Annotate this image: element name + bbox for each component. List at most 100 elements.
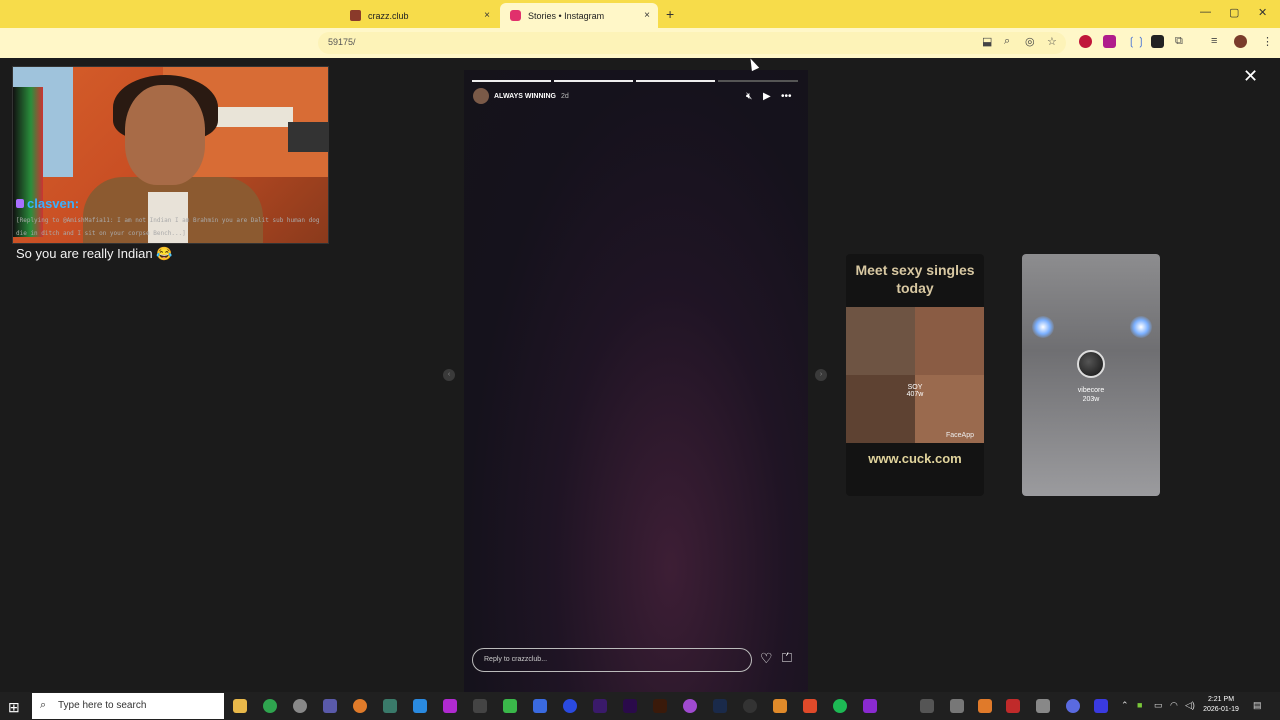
filezilla-icon[interactable] xyxy=(1006,699,1020,713)
install-app-icon[interactable]: ⬓ xyxy=(982,35,992,48)
next-story-arrow-icon[interactable]: › xyxy=(815,369,827,381)
extension-u-icon[interactable] xyxy=(1103,35,1116,48)
chat-reply-context: [Replying to @AmishMafia11: I am not Ind… xyxy=(16,217,320,237)
bookmark-star-icon[interactable]: ☆ xyxy=(1047,35,1057,48)
tray-app-icon[interactable] xyxy=(978,699,992,713)
record-extension-icon[interactable] xyxy=(1079,35,1092,48)
progress-segment xyxy=(472,80,551,82)
story-frame[interactable]: ALWAYS WINNING 2d 🔇︎ ▶ ••• Reply to craz… xyxy=(464,70,808,692)
app-icon[interactable] xyxy=(443,699,457,713)
play-app-icon[interactable] xyxy=(503,699,517,713)
chat-username: clasven: xyxy=(16,196,79,211)
app-icon[interactable] xyxy=(563,699,577,713)
tray-icon[interactable]: ▭ xyxy=(1154,700,1163,711)
vibecore-user-label: vibecore 203w xyxy=(1022,386,1160,404)
after-effects-icon[interactable] xyxy=(593,699,607,713)
tab-strip: crazz.club × Stories • Instagram × + — ▢… xyxy=(0,0,1280,28)
clock-time: 2:21 PM xyxy=(1207,696,1235,703)
webcam-screen xyxy=(288,122,328,152)
app-icon[interactable] xyxy=(683,699,697,713)
browser-menu-icon[interactable]: ⋮ xyxy=(1262,35,1273,48)
app-icon[interactable] xyxy=(773,699,787,713)
crazz-favicon-icon xyxy=(350,10,361,21)
network-icon[interactable]: ◠ xyxy=(1170,700,1178,711)
steam-icon[interactable] xyxy=(713,699,727,713)
extension-dark-icon[interactable] xyxy=(1151,35,1164,48)
ad-time: 407w xyxy=(906,391,924,398)
downloader-icon[interactable] xyxy=(323,699,337,713)
tab-close-icon[interactable]: × xyxy=(644,10,650,21)
glowing-eye xyxy=(1130,316,1152,338)
live-app-icon[interactable] xyxy=(473,699,487,713)
ad-watermark: FaceApp xyxy=(946,432,975,439)
minimize-icon[interactable]: — xyxy=(1200,6,1211,18)
zoom-icon[interactable]: ⌕ xyxy=(1004,35,1010,48)
close-icon[interactable]: ✕ xyxy=(1243,66,1258,87)
nvidia-icon[interactable]: ■ xyxy=(1137,700,1142,710)
audio-extension-icon[interactable]: ❲❳ xyxy=(1127,35,1145,48)
ad-face-image xyxy=(915,307,984,375)
app-icon[interactable] xyxy=(743,699,757,713)
calculator-icon[interactable] xyxy=(533,699,547,713)
profile-avatar[interactable] xyxy=(1234,35,1247,48)
more-icon[interactable]: ••• xyxy=(781,91,792,102)
webcam-person-head xyxy=(125,85,205,185)
taskbar-clock[interactable]: 2:21 PM 2026-01-19 xyxy=(1198,695,1244,715)
blender-icon[interactable] xyxy=(353,699,367,713)
chrome-icon[interactable] xyxy=(263,699,277,713)
taskbar-search-input[interactable]: Type here to search xyxy=(32,693,224,719)
glowing-eye xyxy=(1032,316,1054,338)
media-controls-icon[interactable]: ≡ xyxy=(1211,35,1217,47)
tray-app-icon[interactable] xyxy=(950,699,964,713)
new-tab-button[interactable]: + xyxy=(666,6,674,22)
next-story-card[interactable]: Meet sexy singles today SOY 407w FaceApp… xyxy=(846,254,984,496)
heart-icon[interactable]: ♡ xyxy=(760,650,773,667)
twitch-badge-icon xyxy=(16,199,24,208)
premiere-icon[interactable] xyxy=(623,699,637,713)
story-header: ALWAYS WINNING 2d xyxy=(473,88,569,104)
url-text: 59175/ xyxy=(328,37,356,47)
reply-placeholder: Reply to crazzclub... xyxy=(484,656,548,663)
brave-icon[interactable] xyxy=(803,699,817,713)
send-icon[interactable]: ⏍ xyxy=(782,650,792,666)
instagram-favicon-icon xyxy=(510,10,521,21)
tray-chevron-icon[interactable]: ⌃ xyxy=(1121,700,1129,711)
clock-date: 2026-01-19 xyxy=(1203,706,1239,713)
spotify-icon[interactable] xyxy=(833,699,847,713)
reply-input[interactable]: Reply to crazzclub... xyxy=(472,648,752,672)
app-icon[interactable] xyxy=(863,699,877,713)
maximize-icon[interactable]: ▢ xyxy=(1229,6,1239,19)
tracking-icon[interactable]: ◎ xyxy=(1025,35,1035,48)
url-input[interactable]: 59175/ xyxy=(318,32,1066,54)
notification-icon[interactable]: ▤ xyxy=(1253,700,1262,711)
vibecore-time: 203w xyxy=(1082,396,1100,403)
illustrator-icon[interactable] xyxy=(653,699,667,713)
ad-url: www.cuck.com xyxy=(868,451,962,466)
story-username[interactable]: ALWAYS WINNING xyxy=(494,93,556,100)
mute-icon[interactable]: 🔇︎ xyxy=(746,91,752,102)
progress-segment xyxy=(636,80,715,82)
app-icon[interactable] xyxy=(413,699,427,713)
obs-icon[interactable] xyxy=(293,699,307,713)
tray-app-icon[interactable] xyxy=(1094,699,1108,713)
extensions-puzzle-icon[interactable]: ⧉ xyxy=(1175,35,1183,48)
tab-crazz-club[interactable]: crazz.club × xyxy=(340,3,498,28)
progress-segment xyxy=(718,80,798,82)
previous-story-arrow-icon[interactable]: ‹ xyxy=(443,369,455,381)
discord-icon[interactable] xyxy=(1066,699,1080,713)
tab-instagram-stories[interactable]: Stories • Instagram × xyxy=(500,3,658,28)
story-avatar[interactable] xyxy=(473,88,489,104)
tray-app-icon[interactable] xyxy=(1036,699,1050,713)
volume-icon[interactable]: ◁) xyxy=(1185,700,1195,711)
tab-close-icon[interactable]: × xyxy=(484,10,490,21)
windows-start-icon[interactable]: ⊞ xyxy=(8,699,20,716)
next-story-card[interactable]: vibecore 203w xyxy=(1022,254,1160,496)
ad-face-image xyxy=(846,307,915,375)
play-icon[interactable]: ▶ xyxy=(763,91,771,102)
window-close-icon[interactable]: ✕ xyxy=(1258,6,1267,19)
app-icon[interactable] xyxy=(383,699,397,713)
vibecore-avatar xyxy=(1077,350,1105,378)
tray-app-icon[interactable] xyxy=(920,699,934,713)
search-placeholder: Type here to search xyxy=(58,700,147,711)
file-explorer-icon[interactable] xyxy=(233,699,247,713)
